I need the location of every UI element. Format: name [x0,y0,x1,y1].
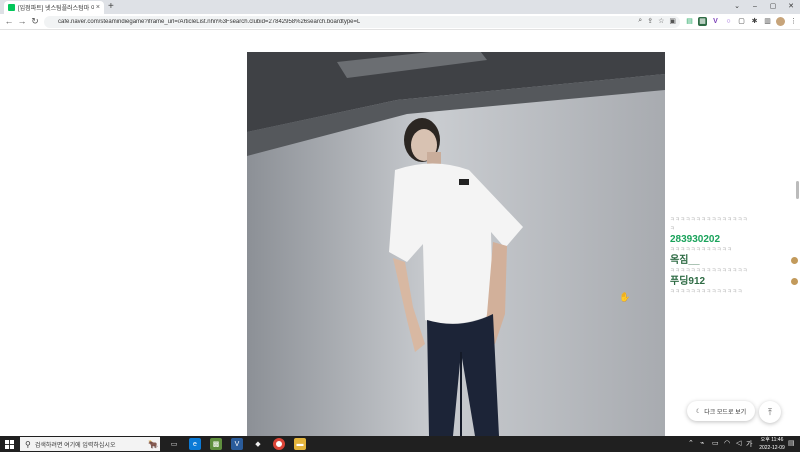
extension-circle-icon[interactable]: ○ [724,17,733,26]
wifi-icon[interactable]: ◠ [724,439,730,447]
extension-v-icon[interactable]: V [711,17,720,26]
zoom-icon[interactable]: ⌕ [638,17,642,25]
article-photo [247,52,665,436]
taskbar-search-box[interactable]: ⚲ 검색하려면 여기에 입력하십시오 🐂 [20,437,160,451]
tab-naver-cafe[interactable]: [입점파트] 넷스팀플러스텀마 이미 × [4,1,104,14]
chrome-icon[interactable] [273,438,285,450]
minimize-button[interactable]: – [746,0,764,12]
windows-taskbar: ⚲ 검색하려면 여기에 입력하십시오 🐂 ▭ e ▩ V ◆ ▬ ⌃ ⌁ ▭ ◠… [0,436,800,452]
file-explorer-icon[interactable]: ▬ [294,438,306,450]
moon-icon: ☾ [695,408,702,415]
page-content: ✋ ㅋㅋㅋㅋㅋㅋㅋㅋㅋㅋㅋㅋㅋㅋㅋ ㅋ 283930202 ㅋㅋㅋㅋㅋㅋㅋㅋㅋㅋ… [0,31,800,436]
chat-username[interactable]: 푸딩912 [670,276,796,288]
chat-message: ㅋㅋㅋㅋㅋㅋㅋㅋㅋㅋㅋㅋㅋㅋㅋ [670,217,749,223]
arrow-up-icon: ⤒ [768,406,772,417]
share-icon[interactable]: ⇪ [647,17,653,25]
tab-close-icon[interactable]: × [96,4,100,11]
side-panel-icon[interactable]: ▥ [763,17,772,26]
page-scrollbar-thumb[interactable] [796,181,799,199]
profile-avatar[interactable] [776,17,785,26]
reload-button[interactable]: ↻ [29,16,41,27]
search-placeholder: 검색하려면 여기에 입력하십시오 [34,442,116,449]
extension-green-icon[interactable]: ▤ [685,17,694,26]
puzzle-extensions-icon[interactable]: ✱ [750,17,759,26]
photo-person-image [247,52,665,436]
maximize-button[interactable]: ▢ [764,0,782,12]
chat-message: ㅋㅋㅋㅋㅋㅋㅋㅋㅋㅋㅋㅋ [670,247,733,253]
dark-mode-label: 다크 모드로 보기 [704,409,747,416]
clock-time: 오후 11:46 [760,437,784,443]
address-bar[interactable]: cafe.naver.com/steamindiegame?iframe_url… [44,16,680,28]
chat-username[interactable]: 283930202 [670,234,796,246]
chat-message: ㅋㅋㅋㅋㅋㅋㅋㅋㅋㅋㅋㅋㅋㅋ [670,289,743,295]
mouse-pointer-icon: ✋ [619,292,631,302]
close-window-button[interactable]: ✕ [782,0,800,12]
bookmark-star-icon[interactable]: ☆ [658,17,664,25]
taskbar-clock[interactable]: 오후 11:46 2022-12-09 [757,436,787,452]
search-highlight-icon: 🐂 [148,439,158,449]
task-view-icon[interactable]: ▭ [168,438,180,450]
extension-grid-icon[interactable]: ▦ [698,17,707,26]
ime-icon[interactable]: 가 [746,439,752,449]
url-text: cafe.naver.com/steamindiegame?iframe_url… [58,19,361,25]
chat-message: ㅋㅋㅋㅋㅋㅋㅋㅋㅋㅋㅋㅋㅋㅋㅋ [670,268,749,274]
volume-icon[interactable]: ◁ [736,439,741,447]
chat-username[interactable]: 옥짐__ [670,255,796,267]
clock-date: 2022-12-09 [759,445,785,451]
extension-icon[interactable]: ▣ [669,17,676,25]
minecraft-icon[interactable]: ▩ [210,438,222,450]
windows-start-icon[interactable] [5,440,14,449]
battery-icon[interactable]: ▭ [712,439,719,447]
tab-title: [입점파트] 넷스팀플러스텀마 이미 [18,6,94,12]
user-avatar [791,257,798,264]
vscode-icon[interactable]: V [231,438,243,450]
scroll-to-top-button[interactable]: ⤒ [759,401,781,423]
tab-strip: [입점파트] 넷스팀플러스텀마 이미 × + ⌄ – ▢ ✕ [0,0,800,14]
tray-chevron-icon[interactable]: ⌃ [688,439,694,447]
discord-icon[interactable]: ◆ [252,438,264,450]
search-icon: ⚲ [25,439,31,449]
new-tab-button[interactable]: + [108,1,114,12]
extension-square-icon[interactable]: ▢ [737,17,746,26]
menu-kebab-icon[interactable]: ⋮ [789,17,798,26]
back-button[interactable]: ← [3,16,15,26]
tab-search-icon[interactable]: ⌄ [728,0,746,12]
naver-cafe-favicon-icon [8,4,15,11]
forward-button[interactable]: → [16,16,28,26]
network-icon[interactable]: ⌁ [700,439,704,447]
chat-panel: ㅋㅋㅋㅋㅋㅋㅋㅋㅋㅋㅋㅋㅋㅋㅋ ㅋ 283930202 ㅋㅋㅋㅋㅋㅋㅋㅋㅋㅋㅋㅋ… [670,216,798,297]
dark-mode-button[interactable]: ☾ 다크 모드로 보기 [687,401,755,421]
user-avatar [791,278,798,285]
notification-icon[interactable]: ▤ [788,439,795,447]
chat-message: ㅋ [670,226,676,232]
edge-icon[interactable]: e [189,438,201,450]
browser-toolbar: ← → ↻ cafe.naver.com/steamindiegame?ifra… [0,14,800,30]
